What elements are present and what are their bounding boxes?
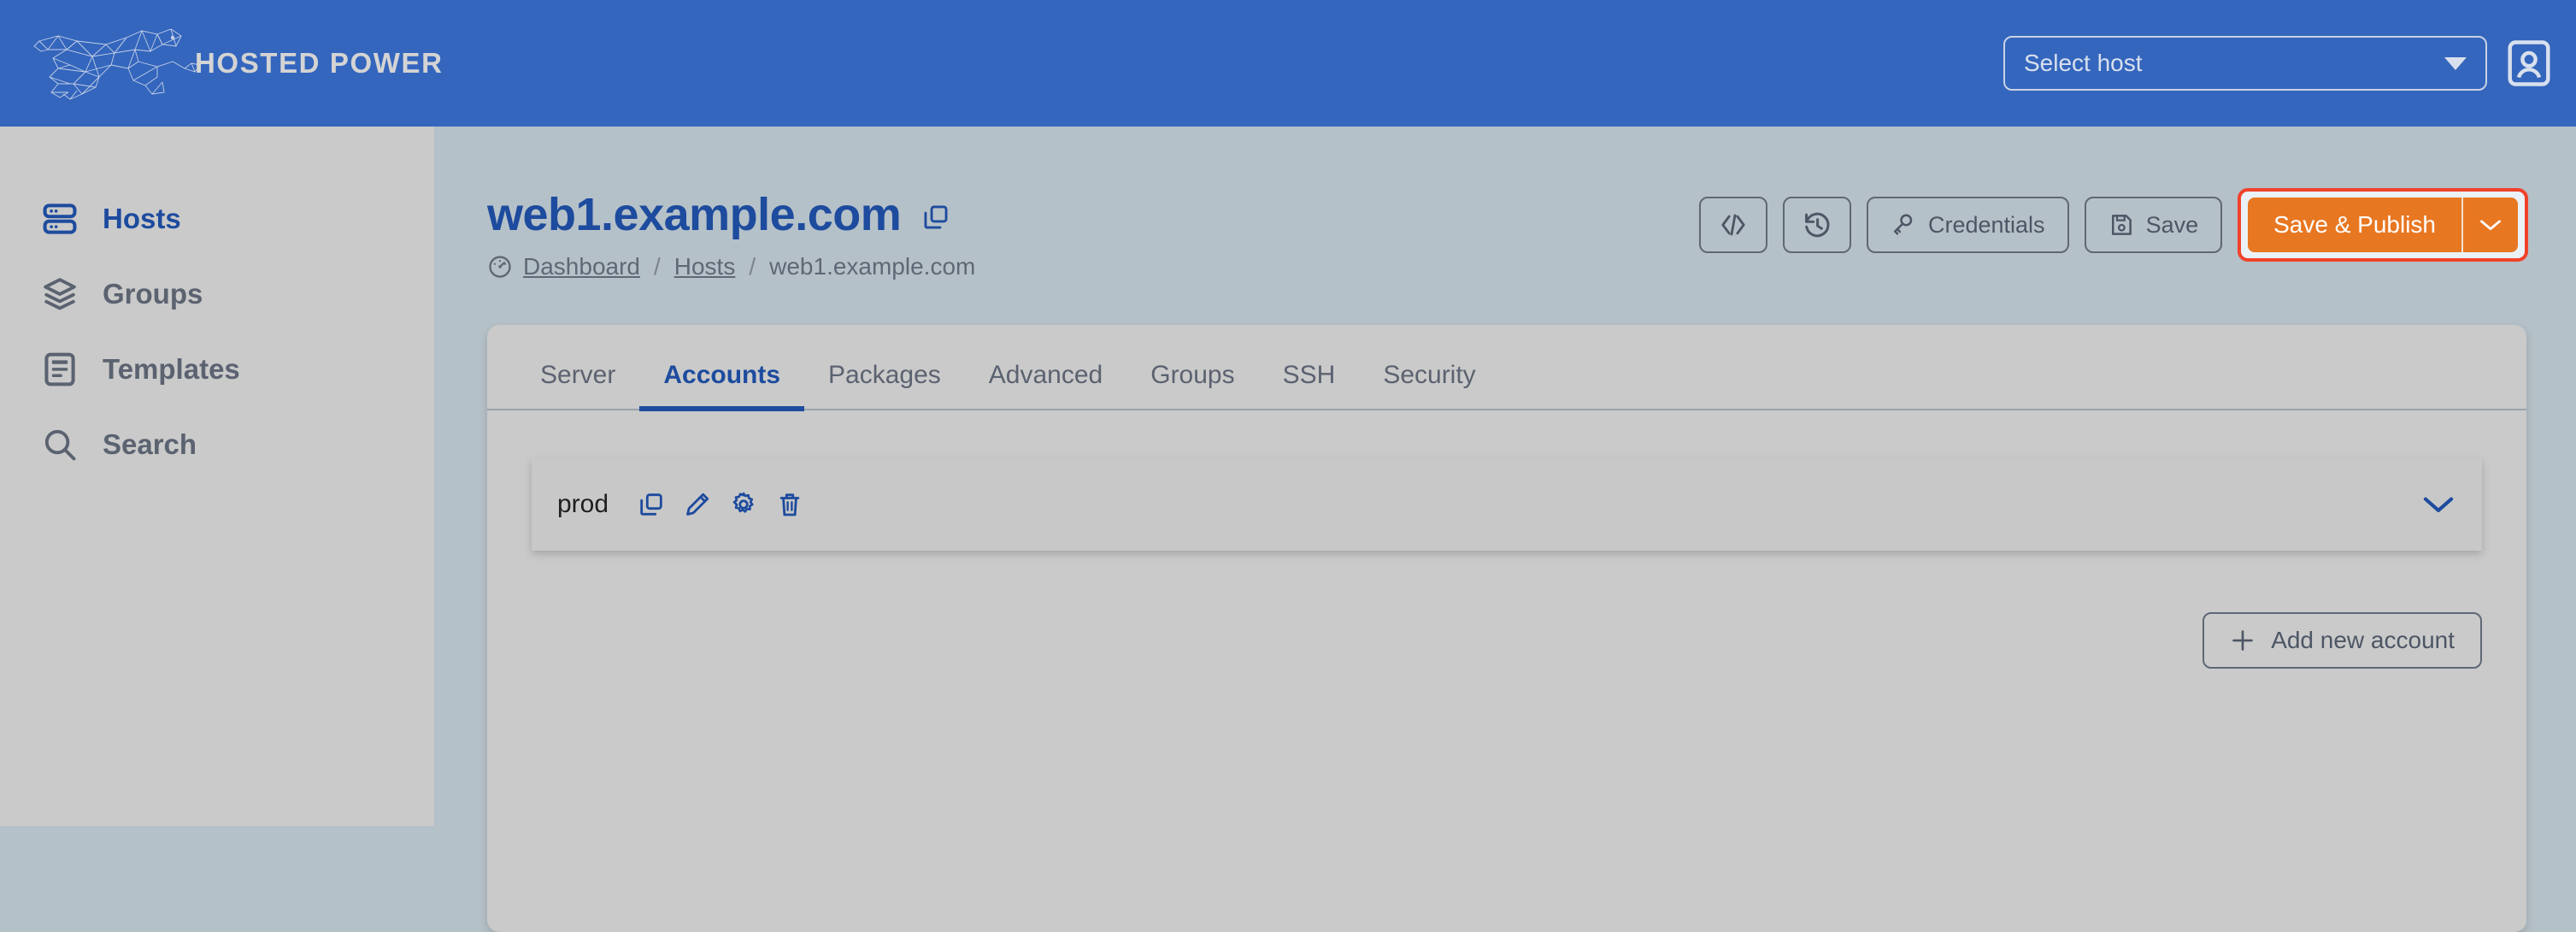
save-button-label: Save: [2145, 211, 2199, 238]
save-publish-group: Save & Publish: [2248, 198, 2518, 252]
copy-icon[interactable]: [921, 203, 950, 232]
add-new-account-label: Add new account: [2271, 627, 2455, 653]
top-header-bar: HOSTED POWER Select host: [0, 0, 2576, 127]
history-button[interactable]: [1782, 197, 1851, 253]
account-card-icon[interactable]: [2506, 38, 2552, 88]
sidebar-item-templates[interactable]: Templates: [0, 332, 434, 407]
tab-server[interactable]: Server: [516, 361, 639, 409]
delete-trash-icon[interactable]: [776, 491, 803, 518]
tab-label: Server: [540, 361, 616, 389]
add-account-row: Add new account: [532, 612, 2482, 669]
tab-label: Groups: [1150, 361, 1235, 389]
tab-packages[interactable]: Packages: [804, 361, 965, 409]
server-icon: [43, 204, 77, 234]
tab-ssh[interactable]: SSH: [1259, 361, 1360, 409]
save-publish-dropdown-button[interactable]: [2461, 198, 2518, 252]
page-title: web1.example.com: [487, 189, 902, 240]
save-publish-highlight-ring: Save & Publish: [2238, 188, 2528, 262]
sidebar-item-groups[interactable]: Groups: [0, 257, 434, 332]
code-brackets-icon: [1721, 214, 1745, 236]
logo-wordmark: HOSTED POWER: [195, 47, 444, 79]
edit-pencil-icon[interactable]: [684, 491, 711, 518]
sidebar-nav: Hosts Groups Templates Search: [0, 127, 434, 826]
tab-groups[interactable]: Groups: [1126, 361, 1258, 409]
account-name: prod: [557, 490, 609, 518]
accounts-tab-content: prod Add new account: [487, 410, 2526, 669]
breadcrumb-separator: /: [653, 253, 661, 280]
tab-label: SSH: [1282, 361, 1336, 389]
host-detail-panel: Server Accounts Packages Advanced Groups…: [487, 325, 2526, 932]
main-content: web1.example.com Dashboard / Hosts / web…: [434, 127, 2576, 932]
page-toolbar: Credentials Save Save & Publish: [1698, 188, 2528, 262]
account-expand-chevron-down-icon[interactable]: [2422, 494, 2455, 515]
account-row[interactable]: prod: [532, 458, 2482, 551]
cheetah-logo-icon: [33, 28, 201, 100]
dashboard-gauge-icon: [489, 256, 511, 278]
sidebar-item-label: Search: [103, 428, 197, 460]
breadcrumb-link-dashboard[interactable]: Dashboard: [523, 253, 640, 280]
settings-gear-icon[interactable]: [730, 491, 757, 518]
tab-advanced[interactable]: Advanced: [965, 361, 1126, 409]
view-code-button[interactable]: [1698, 197, 1767, 253]
credentials-button-label: Credentials: [1927, 211, 2045, 238]
sidebar-item-label: Templates: [103, 353, 240, 385]
tab-bar: Server Accounts Packages Advanced Groups…: [487, 325, 2526, 411]
sidebar-item-hosts[interactable]: Hosts: [0, 181, 434, 257]
chevron-down-icon: [2480, 220, 2501, 231]
floppy-disk-icon: [2111, 215, 2132, 235]
host-select-value: Select host: [2024, 50, 2143, 76]
credentials-button[interactable]: Credentials: [1866, 197, 2069, 253]
breadcrumb-separator: /: [749, 253, 756, 280]
tab-security[interactable]: Security: [1359, 361, 1499, 409]
chevron-down-icon: [2444, 56, 2467, 70]
tab-accounts[interactable]: Accounts: [639, 361, 804, 411]
plus-icon: [2232, 630, 2253, 651]
add-new-account-button[interactable]: Add new account: [2203, 612, 2482, 669]
copy-icon[interactable]: [638, 491, 665, 518]
history-clock-icon: [1805, 212, 1830, 238]
search-icon: [44, 429, 76, 461]
key-icon: [1893, 214, 1913, 235]
header-right-controls: Select host: [2003, 36, 2552, 91]
save-and-publish-button[interactable]: Save & Publish: [2248, 198, 2461, 252]
account-row-actions: [638, 491, 803, 518]
save-button[interactable]: Save: [2084, 197, 2223, 253]
breadcrumb-current: web1.example.com: [769, 253, 976, 280]
tab-label: Advanced: [988, 361, 1103, 389]
sidebar-item-label: Groups: [103, 278, 203, 310]
sidebar-item-search[interactable]: Search: [0, 407, 434, 482]
tab-label: Security: [1383, 361, 1476, 389]
layers-icon: [44, 278, 76, 310]
save-and-publish-label: Save & Publish: [2273, 211, 2436, 238]
tab-label: Accounts: [663, 361, 781, 389]
brand-logo[interactable]: HOSTED POWER: [32, 24, 444, 103]
tab-label: Packages: [828, 361, 941, 389]
breadcrumb-link-hosts[interactable]: Hosts: [674, 253, 736, 280]
document-icon: [44, 352, 75, 386]
host-select-dropdown[interactable]: Select host: [2003, 36, 2487, 91]
sidebar-item-label: Hosts: [103, 203, 181, 234]
